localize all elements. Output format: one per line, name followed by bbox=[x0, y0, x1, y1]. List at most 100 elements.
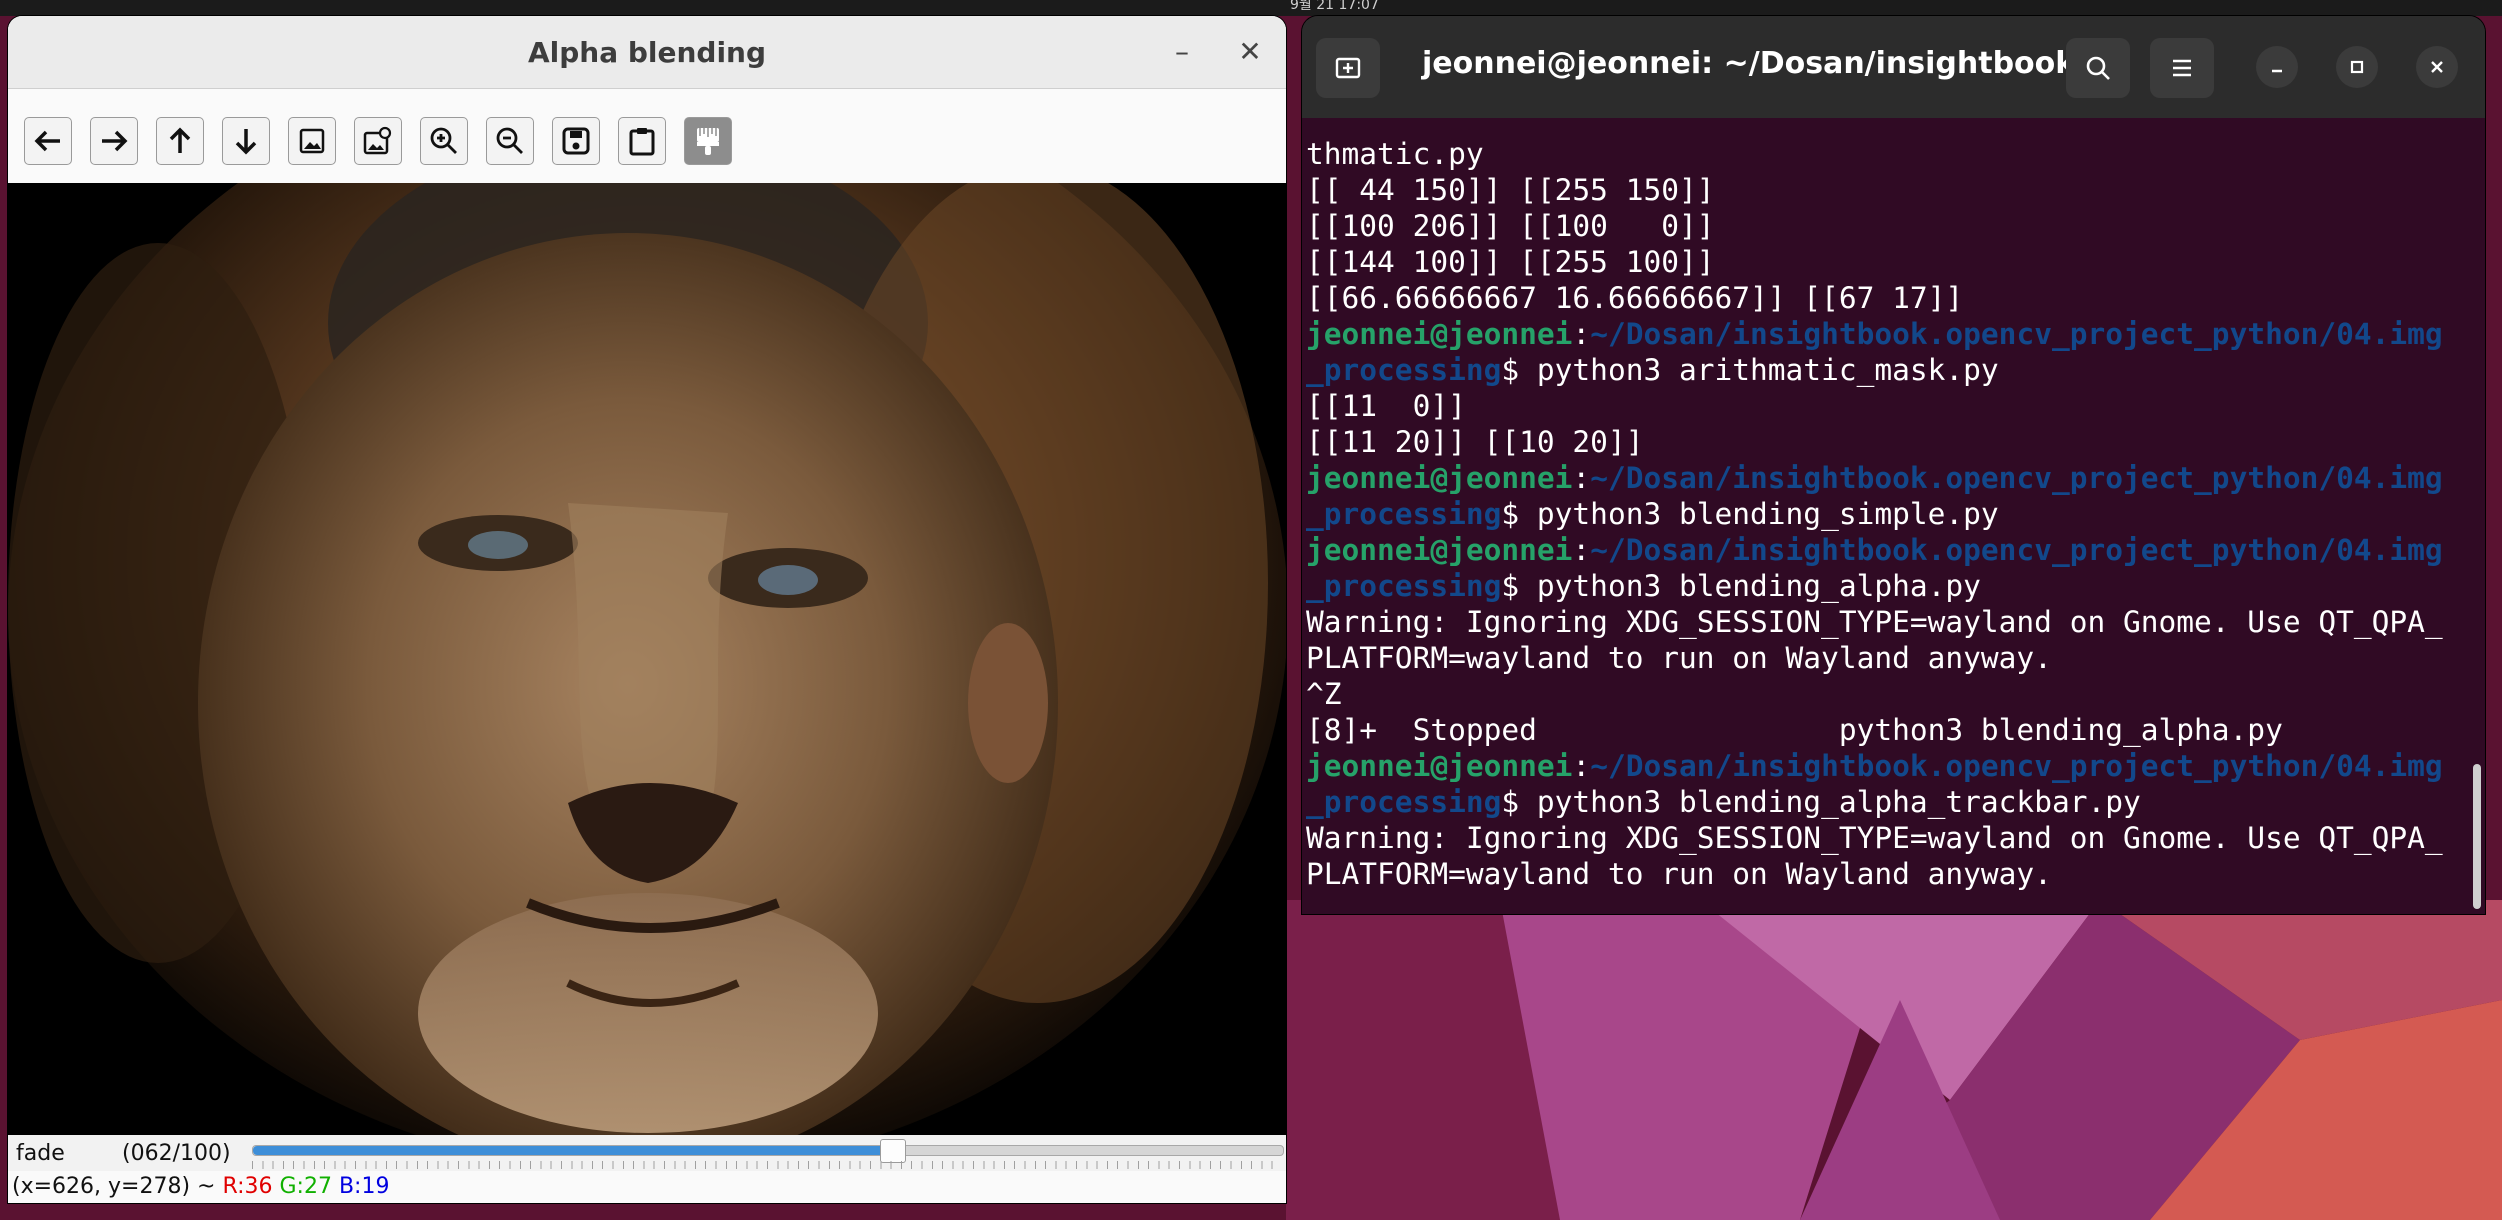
minimize-button[interactable] bbox=[2256, 46, 2298, 88]
properties-icon bbox=[629, 128, 655, 156]
trackbar-ticks bbox=[252, 1161, 1282, 1169]
terminal-line: [[11 0]] bbox=[1306, 389, 1466, 423]
pan-left-button[interactable] bbox=[24, 117, 72, 165]
trackbar-value: (062/100) bbox=[122, 1141, 231, 1166]
close-icon bbox=[2431, 61, 2443, 73]
properties-button[interactable] bbox=[618, 117, 666, 165]
prompt-path-continued: _processing bbox=[1306, 497, 1502, 531]
minimize-button[interactable]: – bbox=[1164, 34, 1200, 70]
toolbar bbox=[8, 89, 1286, 183]
search-icon bbox=[2086, 56, 2110, 80]
terminal-prompt-line: jeonnei@jeonnei:~/Dosan/insightbook.open… bbox=[1306, 460, 2472, 496]
pan-up-icon bbox=[169, 127, 191, 153]
prompt-path: ~/Dosan/insightbook.opencv_project_pytho… bbox=[1590, 317, 2443, 351]
pan-right-button[interactable] bbox=[90, 117, 138, 165]
zoom-out-icon bbox=[496, 127, 523, 154]
prompt-path: ~/Dosan/insightbook.opencv_project_pytho… bbox=[1590, 533, 2443, 567]
prompt-path-continued: _processing bbox=[1306, 353, 1502, 387]
opencv-window: Alpha blending – ✕ fade (062/100) (x=626… bbox=[8, 16, 1286, 1203]
top-bar: 9월 21 17:07 bbox=[0, 0, 2502, 16]
close-button[interactable]: ✕ bbox=[1232, 34, 1268, 70]
blended-image[interactable] bbox=[8, 183, 1286, 1135]
terminal-line: PLATFORM=wayland to run on Wayland anywa… bbox=[1306, 641, 2052, 675]
close-button[interactable] bbox=[2416, 46, 2458, 88]
terminal-command: $ python3 arithmatic_mask.py bbox=[1501, 353, 1999, 387]
terminal-line: [[ 44 150]] [[255 150]] bbox=[1306, 173, 1715, 207]
brush-button[interactable] bbox=[684, 117, 732, 165]
terminal-prompt-line: jeonnei@jeonnei:~/Dosan/insightbook.open… bbox=[1306, 316, 2472, 352]
prompt-separator: : bbox=[1572, 749, 1591, 783]
prompt-separator: : bbox=[1572, 533, 1591, 567]
pixel-coordinates: (x=626, y=278) ~ bbox=[12, 1174, 216, 1199]
clock: 9월 21 17:07 bbox=[1290, 0, 1379, 13]
terminal-line: [[144 100]] [[255 100]] bbox=[1306, 245, 1715, 279]
terminal-line: [8]+ Stopped python3 blending_alpha.py bbox=[1306, 713, 2283, 747]
terminal-command: $ python3 blending_alpha.py bbox=[1501, 569, 1981, 603]
zoom-in-button[interactable] bbox=[420, 117, 468, 165]
prompt-user: jeonnei@jeonnei bbox=[1306, 749, 1573, 783]
trackbar-slider[interactable] bbox=[252, 1139, 1284, 1163]
maximize-icon bbox=[2350, 60, 2364, 74]
pixel-blue-value: B:19 bbox=[338, 1174, 390, 1199]
new-tab-button[interactable] bbox=[1316, 38, 1380, 98]
save-icon bbox=[562, 127, 590, 155]
terminal-prompt-line: jeonnei@jeonnei:~/Dosan/insightbook.open… bbox=[1306, 532, 2472, 568]
maximize-button[interactable] bbox=[2336, 46, 2378, 88]
lion-face-image bbox=[8, 183, 1286, 1135]
minimize-icon bbox=[2272, 69, 2282, 73]
zoom-out-button[interactable] bbox=[486, 117, 534, 165]
prompt-path-continued: _processing bbox=[1306, 785, 1502, 819]
terminal-line: ^Z bbox=[1306, 677, 1342, 711]
pan-down-icon bbox=[235, 129, 257, 155]
prompt-separator: : bbox=[1572, 461, 1591, 495]
prompt-user: jeonnei@jeonnei bbox=[1306, 317, 1573, 351]
prompt-path: ~/Dosan/insightbook.opencv_project_pytho… bbox=[1590, 461, 2443, 495]
terminal-line: Warning: Ignoring XDG_SESSION_TYPE=wayla… bbox=[1306, 605, 2443, 639]
prompt-path: ~/Dosan/insightbook.opencv_project_pytho… bbox=[1590, 749, 2443, 783]
new-tab-icon bbox=[1335, 57, 1361, 79]
zoom-in-icon bbox=[430, 127, 457, 154]
terminal-line: [[100 206]] [[100 0]] bbox=[1306, 209, 1715, 243]
pan-left-icon bbox=[34, 130, 60, 152]
window-title: Alpha blending bbox=[527, 36, 767, 69]
paint-brush-icon bbox=[697, 128, 719, 155]
prompt-separator: : bbox=[1572, 317, 1591, 351]
terminal-line: [[66.66666667 16.66666667]] [[67 17]] bbox=[1306, 281, 1964, 315]
terminal-prompt-line: _processing$ python3 blending_alpha.py bbox=[1306, 568, 2472, 604]
zoom-original-button[interactable] bbox=[288, 117, 336, 165]
terminal-output[interactable]: thmatic.py[[ 44 150]] [[255 150]] [[100 2… bbox=[1302, 118, 2472, 914]
zoom-fit-icon bbox=[363, 126, 392, 155]
search-button[interactable] bbox=[2066, 38, 2130, 98]
zoom-original-icon bbox=[299, 128, 325, 154]
trackbar-label: fade bbox=[16, 1141, 65, 1166]
terminal-line: [[11 20]] [[10 20]] bbox=[1306, 425, 1644, 459]
trackbar-fill bbox=[253, 1146, 892, 1155]
save-button[interactable] bbox=[552, 117, 600, 165]
prompt-path-continued: _processing bbox=[1306, 569, 1502, 603]
window-titlebar[interactable]: Alpha blending – ✕ bbox=[8, 16, 1286, 89]
terminal-prompt-line: jeonnei@jeonnei:~/Dosan/insightbook.open… bbox=[1306, 748, 2472, 784]
pan-right-icon bbox=[102, 130, 128, 152]
trackbar-handle[interactable] bbox=[879, 1139, 906, 1163]
terminal-line: PLATFORM=wayland to run on Wayland anywa… bbox=[1306, 857, 2052, 891]
prompt-user: jeonnei@jeonnei bbox=[1306, 533, 1573, 567]
menu-button[interactable] bbox=[2150, 38, 2214, 98]
terminal-prompt-line: _processing$ python3 blending_simple.py bbox=[1306, 496, 2472, 532]
fade-trackbar: fade (062/100) bbox=[8, 1135, 1286, 1171]
terminal-headerbar[interactable]: jeonnei@jeonnei: ~/Dosan/insightbook.... bbox=[1302, 16, 2485, 118]
terminal-prompt-line: _processing$ python3 arithmatic_mask.py bbox=[1306, 352, 2472, 388]
terminal-title: jeonnei@jeonnei: ~/Dosan/insightbook.... bbox=[1422, 46, 2121, 81]
zoom-fit-button[interactable] bbox=[354, 117, 402, 165]
terminal-line: thmatic.py bbox=[1306, 137, 1484, 171]
terminal-command: $ python3 blending_alpha_trackbar.py bbox=[1501, 785, 2141, 819]
pixel-green-value: G:27 bbox=[279, 1174, 332, 1199]
pan-down-button[interactable] bbox=[222, 117, 270, 165]
terminal-window: jeonnei@jeonnei: ~/Dosan/insightbook....… bbox=[1302, 16, 2485, 914]
pan-up-button[interactable] bbox=[156, 117, 204, 165]
status-bar: (x=626, y=278) ~ R:36 G:27 B:19 bbox=[8, 1171, 1286, 1203]
terminal-line: Warning: Ignoring XDG_SESSION_TYPE=wayla… bbox=[1306, 821, 2443, 855]
terminal-scrollbar[interactable] bbox=[2473, 764, 2481, 909]
hamburger-menu-icon bbox=[2173, 59, 2191, 77]
terminal-prompt-line: _processing$ python3 blending_alpha_trac… bbox=[1306, 784, 2472, 820]
prompt-user: jeonnei@jeonnei bbox=[1306, 461, 1573, 495]
